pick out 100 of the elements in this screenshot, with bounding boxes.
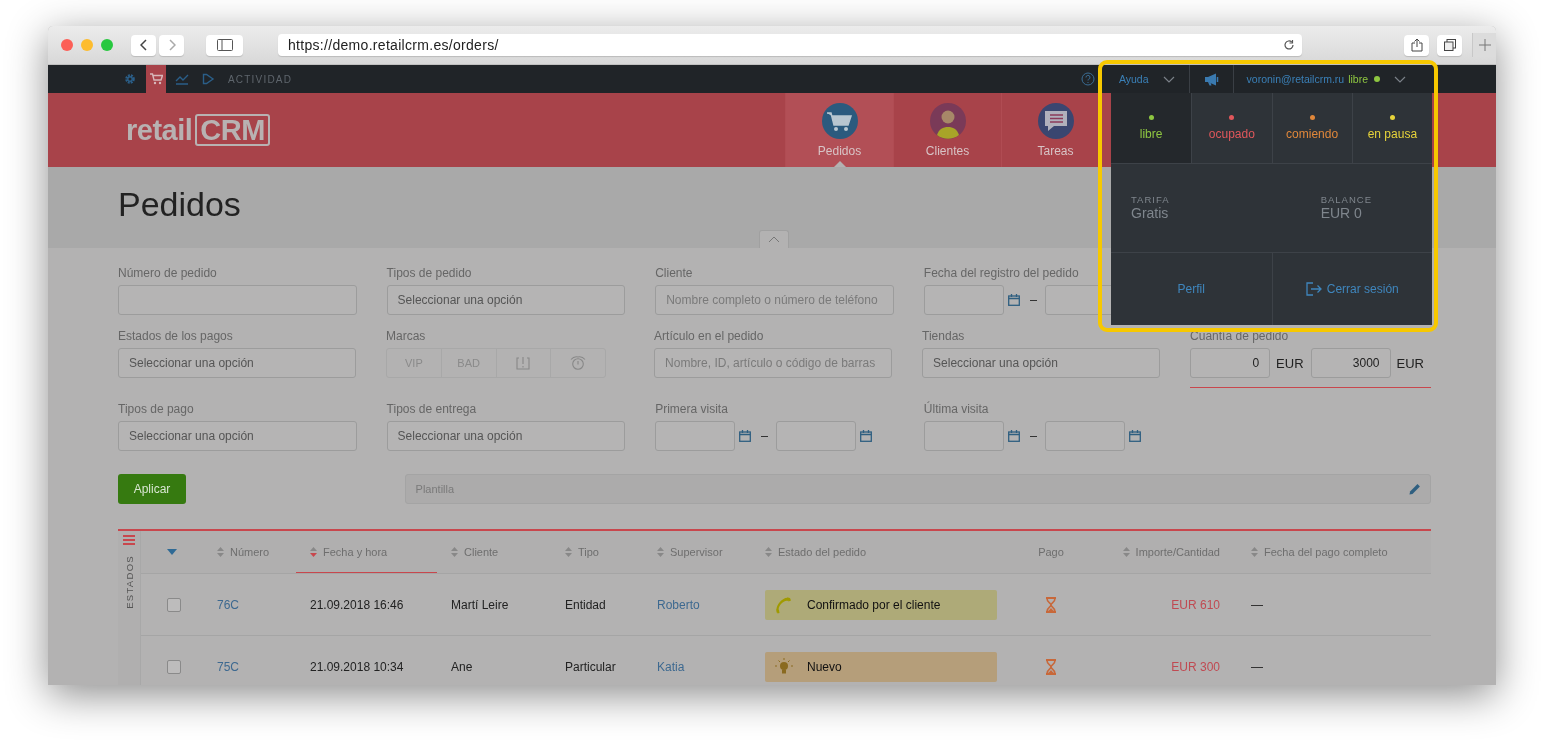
column-header[interactable]: Número bbox=[197, 531, 296, 573]
filter-label: Última visita bbox=[923, 402, 990, 418]
status-option[interactable]: en pausa bbox=[1351, 93, 1432, 163]
status-option[interactable]: libre bbox=[1111, 93, 1192, 163]
order-number-link[interactable]: 75C bbox=[217, 659, 239, 674]
filter-label: Estados de los pagos bbox=[118, 329, 234, 345]
user-status: libre bbox=[1348, 73, 1368, 85]
menu-icon[interactable] bbox=[123, 535, 135, 545]
filter-label: Fecha del registro del pedido bbox=[923, 266, 1080, 282]
bracket-alert-icon bbox=[516, 356, 531, 370]
share-button[interactable] bbox=[1404, 34, 1429, 56]
chevron-down-icon[interactable] bbox=[1162, 75, 1175, 83]
cart-icon[interactable] bbox=[146, 65, 166, 93]
currency-label: EUR bbox=[1276, 355, 1304, 371]
date-field[interactable] bbox=[923, 421, 1004, 451]
column-header[interactable]: Tipo bbox=[551, 531, 643, 573]
sort-icon bbox=[451, 547, 458, 557]
column-header[interactable]: Fecha y hora bbox=[296, 531, 437, 573]
date-field[interactable] bbox=[776, 421, 857, 451]
plus-icon bbox=[1478, 39, 1491, 51]
logout-link[interactable]: Cerrar sesión bbox=[1271, 253, 1432, 325]
status-badge[interactable]: Nuevo bbox=[765, 651, 997, 682]
client-cell: Martí Leire bbox=[451, 597, 509, 612]
paid-date-cell: — bbox=[1251, 659, 1263, 674]
currency-label: EUR bbox=[1396, 355, 1424, 371]
chevron-down-icon[interactable] bbox=[1394, 75, 1406, 83]
chat-icon bbox=[1036, 102, 1075, 140]
filter-label: Tiendas bbox=[922, 329, 966, 345]
address-field[interactable]: https://demo.retailcrm.es/orders/ bbox=[278, 34, 1302, 56]
column-header[interactable]: Estado del pedido bbox=[751, 531, 1011, 573]
chevron-right-icon bbox=[167, 39, 176, 51]
filter-label: Cliente bbox=[655, 266, 694, 282]
status-option[interactable]: ocupado bbox=[1191, 93, 1272, 163]
forward-button[interactable] bbox=[159, 34, 184, 56]
nav-tab[interactable]: Pedidos bbox=[785, 93, 893, 167]
activity-label[interactable]: ACTIVIDAD bbox=[228, 73, 293, 85]
supervisor-link[interactable]: Roberto bbox=[657, 597, 700, 612]
nav-tab[interactable]: Clientes bbox=[893, 93, 1001, 167]
supervisor-link[interactable]: Katia bbox=[657, 659, 685, 674]
megaphone-icon[interactable] bbox=[1203, 72, 1220, 86]
sidebar-button[interactable] bbox=[206, 34, 243, 56]
filter-label: Marcas bbox=[386, 329, 427, 345]
page-title: Pedidos bbox=[118, 185, 241, 224]
help-link[interactable]: Ayuda bbox=[1118, 73, 1149, 85]
cart-icon bbox=[820, 102, 859, 140]
filter-label: Cuantía de pedido bbox=[1190, 329, 1290, 345]
sort-icon bbox=[1251, 547, 1258, 557]
select-field[interactable]: Seleccionar una opción bbox=[922, 348, 1161, 378]
phone-icon bbox=[775, 595, 793, 614]
pencil-icon[interactable] bbox=[1409, 483, 1421, 495]
calendar-icon[interactable] bbox=[1007, 294, 1020, 306]
select-field[interactable]: Seleccionar una opción bbox=[386, 421, 626, 451]
retailcrm-logo[interactable]: retail CRM bbox=[126, 113, 270, 147]
select-field[interactable]: Seleccionar una opción bbox=[386, 285, 626, 315]
calendar-icon[interactable] bbox=[860, 430, 873, 442]
column-header[interactable]: Fecha del pago completo bbox=[1226, 531, 1431, 573]
help-icon[interactable] bbox=[1080, 72, 1095, 86]
text-field[interactable] bbox=[118, 285, 357, 315]
order-number-link[interactable]: 76C bbox=[217, 597, 239, 612]
caret-down-icon[interactable] bbox=[167, 549, 177, 555]
select-field[interactable]: Seleccionar una opción bbox=[118, 421, 357, 451]
calendar-icon[interactable] bbox=[1128, 430, 1141, 442]
calendar-icon[interactable] bbox=[1007, 430, 1020, 442]
text-field[interactable]: Nombre completo o número de teléfono bbox=[655, 285, 894, 315]
amount-field[interactable]: 3000 bbox=[1310, 348, 1391, 378]
status-option[interactable]: comiendo bbox=[1271, 93, 1352, 163]
apply-button[interactable]: Aplicar bbox=[118, 474, 186, 504]
row-checkbox[interactable] bbox=[167, 597, 181, 612]
select-field[interactable]: Seleccionar una opción bbox=[118, 348, 356, 378]
new-tab-button[interactable] bbox=[1472, 33, 1496, 57]
minimize-button[interactable] bbox=[81, 39, 93, 51]
user-email[interactable]: voronin@retailcrm.ru bbox=[1246, 73, 1345, 85]
row-checkbox[interactable] bbox=[167, 659, 181, 674]
status-badge[interactable]: Confirmado por el cliente bbox=[765, 589, 997, 620]
profile-link[interactable]: Perfil bbox=[1111, 253, 1272, 325]
reload-icon[interactable] bbox=[1283, 39, 1295, 51]
collapse-tab[interactable] bbox=[759, 230, 789, 248]
zoom-button[interactable] bbox=[101, 39, 113, 51]
calendar-icon[interactable] bbox=[739, 430, 752, 442]
chevron-left-icon bbox=[139, 39, 148, 51]
column-header[interactable]: Pago bbox=[1011, 531, 1091, 573]
back-button[interactable] bbox=[131, 34, 156, 56]
hourglass-icon bbox=[1045, 596, 1057, 613]
tariff-label: TARIFA bbox=[1131, 194, 1170, 205]
tabs-button[interactable] bbox=[1437, 34, 1462, 56]
nav-tab[interactable]: Tareas bbox=[1001, 93, 1109, 167]
amount-field[interactable]: 0 bbox=[1190, 348, 1271, 378]
close-button[interactable] bbox=[61, 39, 73, 51]
date-field[interactable] bbox=[1044, 421, 1125, 451]
light-bulb-icon bbox=[775, 657, 793, 676]
column-header[interactable]: Supervisor bbox=[643, 531, 751, 573]
date-field[interactable] bbox=[923, 285, 1004, 315]
amount-cell: EUR 610 bbox=[1171, 597, 1220, 612]
date-field[interactable] bbox=[655, 421, 736, 451]
chevron-up-icon bbox=[768, 236, 780, 243]
column-header[interactable]: Cliente bbox=[437, 531, 551, 573]
alarm-clock-icon bbox=[570, 356, 587, 370]
column-header[interactable]: Importe/Cantidad bbox=[1091, 531, 1226, 573]
paid-date-cell: — bbox=[1251, 597, 1263, 612]
filter-label: Tipos de pago bbox=[118, 402, 195, 418]
